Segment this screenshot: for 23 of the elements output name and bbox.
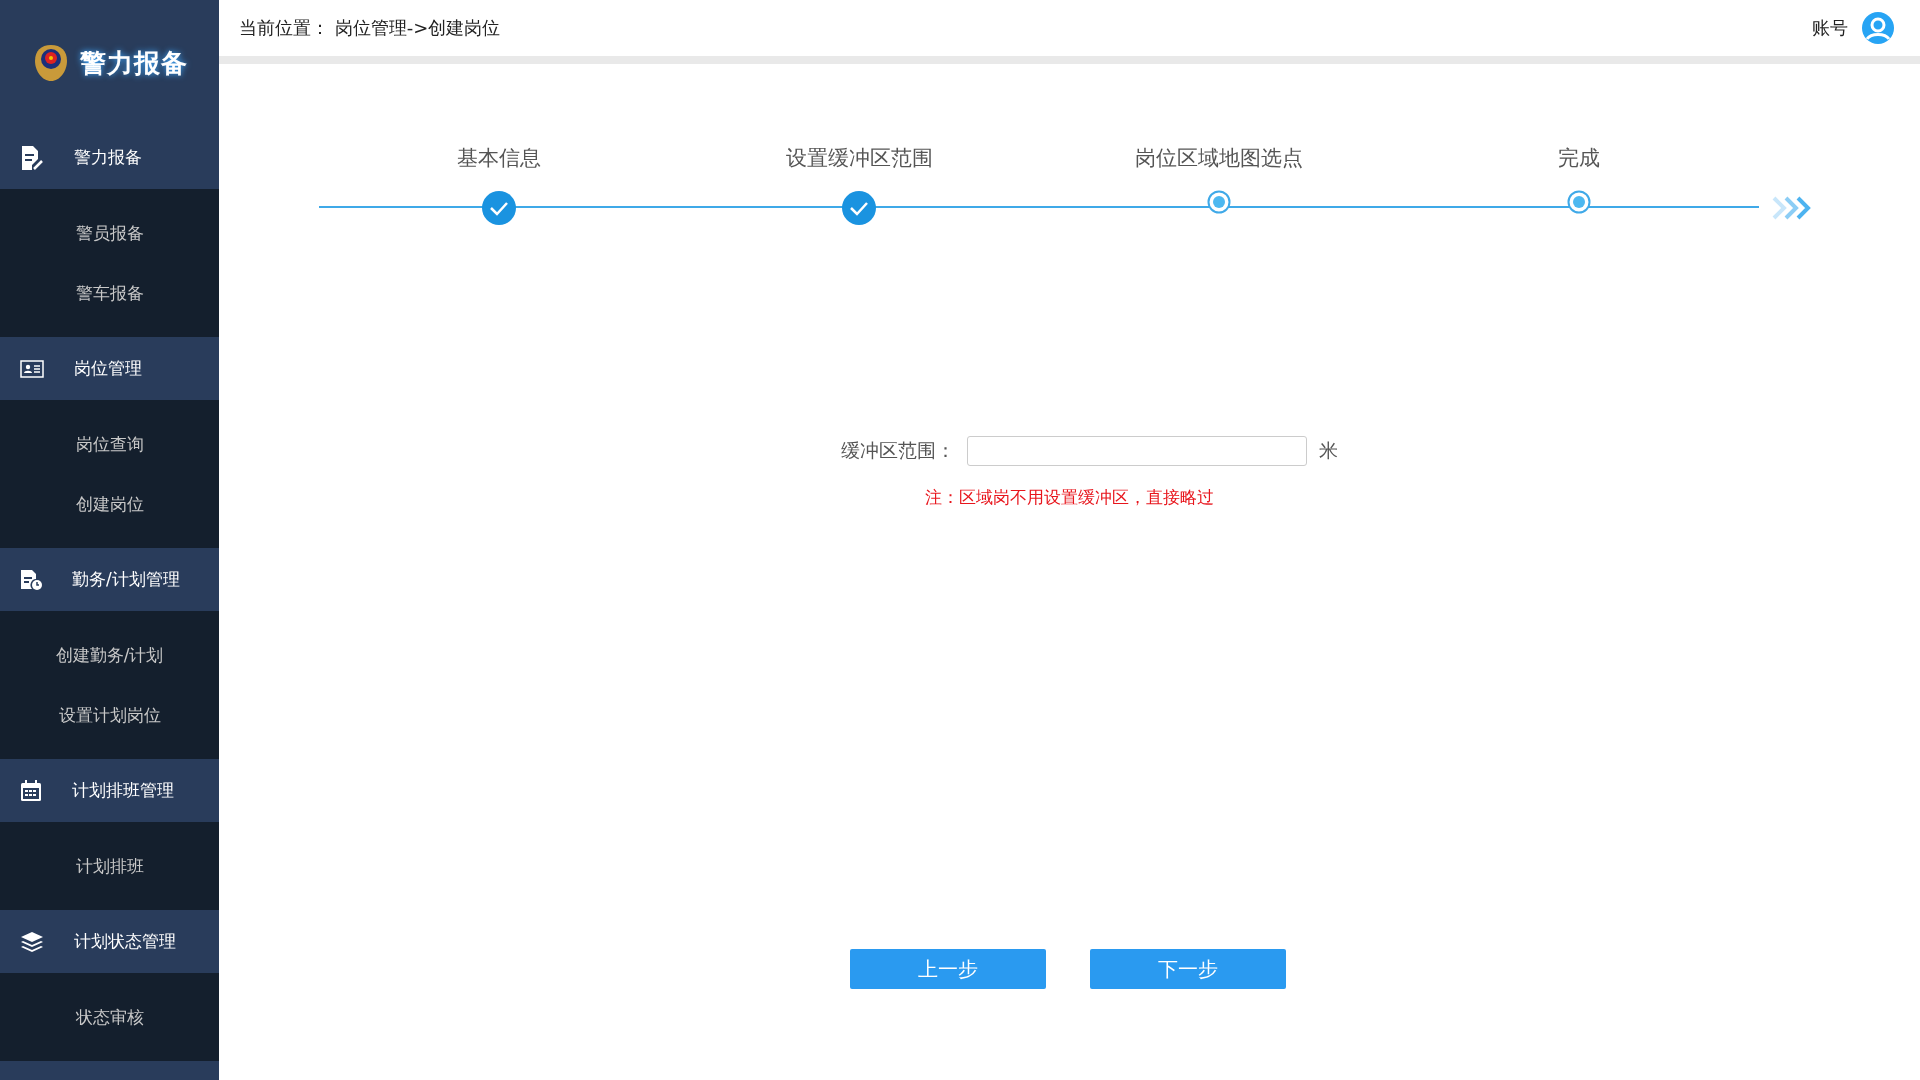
sidebar-item[interactable]: 警车报备 bbox=[0, 263, 219, 323]
sidebar-item[interactable]: 创建岗位 bbox=[0, 474, 219, 534]
id-card-icon bbox=[20, 359, 44, 378]
field-label: 缓冲区范围： bbox=[841, 438, 955, 463]
breadcrumb: 当前位置： 岗位管理->创建岗位 bbox=[239, 16, 501, 40]
calendar-icon bbox=[20, 779, 42, 802]
user-avatar-icon[interactable] bbox=[1862, 12, 1894, 44]
sidebar-item[interactable]: 创建勤务/计划 bbox=[0, 625, 219, 685]
step-label: 岗位区域地图选点 bbox=[1135, 145, 1303, 172]
account-label[interactable]: 账号 bbox=[1812, 16, 1848, 40]
note-text: 注：区域岗不用设置缓冲区，直接略过 bbox=[925, 486, 1214, 509]
sidebar-item[interactable]: 警员报备 bbox=[0, 203, 219, 263]
document-edit-icon bbox=[20, 144, 44, 171]
sidebar-item[interactable]: 设置计划岗位 bbox=[0, 685, 219, 745]
step-label: 设置缓冲区范围 bbox=[785, 145, 933, 172]
unit-label: 米 bbox=[1319, 438, 1338, 463]
sidebar-item[interactable]: 岗位查询 bbox=[0, 414, 219, 474]
step-label: 基本信息 bbox=[457, 145, 541, 172]
app-logo-title: 警力报备 bbox=[79, 46, 188, 80]
document-clock-icon bbox=[20, 568, 42, 591]
layers-icon bbox=[20, 930, 44, 953]
buffer-range-input[interactable] bbox=[967, 436, 1307, 466]
step-label: 完成 bbox=[1558, 145, 1600, 172]
